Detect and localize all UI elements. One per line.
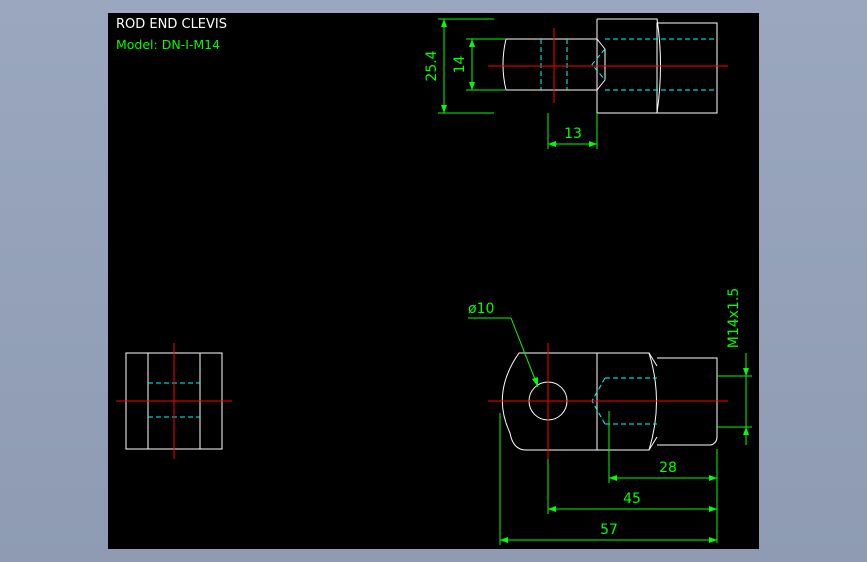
arrowhead [709, 506, 717, 512]
dimension-text-28: 28 [659, 460, 677, 476]
front-view-chamfer [648, 352, 658, 367]
dimension-thread-length: 28 [608, 411, 718, 543]
arrowhead [441, 105, 447, 113]
dimension-slot-depth: 13 [547, 113, 598, 149]
top-view-head-outline [502, 38, 598, 91]
front-view-chamfer [648, 436, 658, 451]
top-view [488, 18, 728, 114]
side-view [116, 343, 232, 459]
arrowhead [743, 427, 749, 435]
arrowhead [548, 506, 556, 512]
dimension-pin-diameter: ø10 [468, 301, 539, 388]
drawing-title: ROD END CLEVIS [116, 17, 227, 32]
arrowhead [609, 475, 617, 481]
arrowhead [709, 537, 717, 543]
dimension-text-pin-diameter: ø10 [468, 301, 494, 317]
arrowhead [709, 475, 717, 481]
front-view [488, 343, 728, 459]
dimension-text-57: 57 [600, 522, 618, 538]
top-view-hidden-drill-tip [591, 48, 606, 81]
dimension-thread: M14x1.5 [717, 288, 752, 445]
arrowhead [532, 377, 538, 387]
cad-drawing: ROD END CLEVIS Model: DN-I-M14 25.4 14 1… [116, 17, 752, 545]
dimension-text-13: 13 [564, 126, 582, 142]
arrowhead [743, 368, 749, 376]
model-label: Model: DN-I-M14 [116, 37, 220, 52]
arrowhead [589, 141, 597, 147]
arrowhead [548, 141, 556, 147]
dimension-text-14: 14 [452, 56, 468, 74]
dimension-text-thread: M14x1.5 [726, 288, 742, 348]
top-view-shoulder [596, 38, 606, 91]
arrowhead [469, 39, 475, 47]
arrowhead [441, 19, 447, 27]
dimension-slot-width: 14 [452, 38, 505, 91]
dimension-pin-to-end: 45 [547, 459, 717, 514]
top-view-shank [656, 22, 718, 114]
arrowhead [500, 537, 508, 543]
arrowhead [469, 82, 475, 90]
dimension-text-45: 45 [623, 491, 641, 507]
dimension-text-25-4: 25.4 [424, 50, 440, 81]
cad-drawing-canvas: ROD END CLEVIS Model: DN-I-M14 25.4 14 1… [108, 13, 759, 549]
